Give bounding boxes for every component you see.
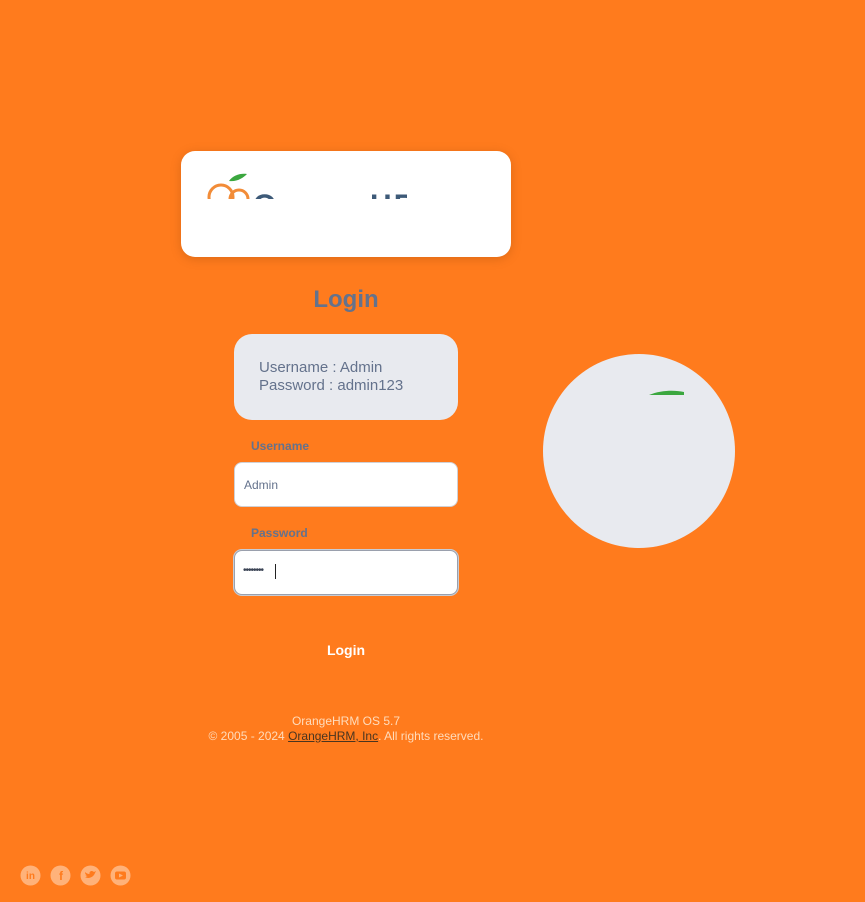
footer-copyright: © 2005 - 2024 OrangeHRM, Inc. All rights… — [181, 729, 511, 743]
footer-version: OrangeHRM OS 5.7 — [291, 714, 401, 728]
text-caret — [275, 564, 276, 579]
password-hint: Password : admin123 — [259, 377, 404, 394]
logo-card: OrangeHRM — [181, 151, 511, 257]
password-input[interactable] — [234, 550, 458, 595]
logo-wordmark: OrangeHRM — [253, 189, 407, 199]
username-input[interactable] — [234, 462, 458, 507]
login-button[interactable]: Login — [281, 635, 411, 665]
password-label: Password — [251, 526, 308, 540]
orange-logo-icon — [207, 173, 250, 199]
twitter-icon[interactable] — [80, 865, 101, 886]
username-hint: Username : Admin — [259, 359, 383, 376]
rights-text: . All rights reserved. — [378, 729, 484, 743]
username-label: Username — [251, 439, 310, 453]
login-title: Login — [313, 286, 379, 313]
facebook-icon[interactable]: f — [50, 865, 71, 886]
linkedin-icon[interactable]: in — [20, 865, 41, 886]
leaf-icon — [649, 390, 684, 395]
copyright-text: © 2005 - 2024 — [208, 729, 289, 743]
credentials-hint: Username : Admin Password : admin123 — [234, 334, 458, 420]
svg-text:in: in — [26, 871, 35, 882]
password-value: •••••••• — [243, 565, 264, 576]
company-link[interactable]: OrangeHRM, Inc — [288, 729, 378, 743]
login-illustration — [543, 354, 735, 548]
youtube-icon[interactable] — [110, 865, 131, 886]
brand-logo: OrangeHRM — [207, 173, 407, 199]
